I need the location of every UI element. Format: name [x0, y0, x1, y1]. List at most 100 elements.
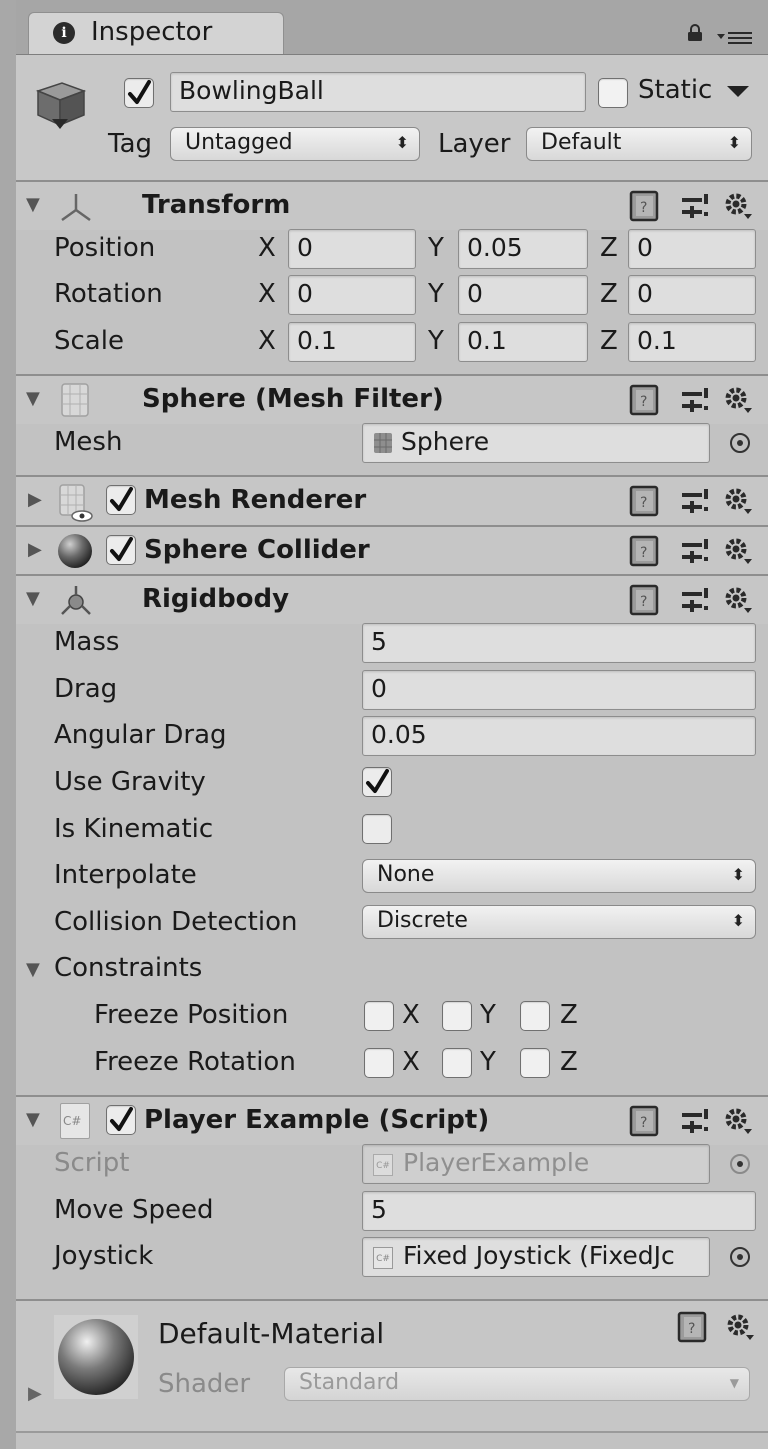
book-icon[interactable]: ?	[676, 1311, 710, 1343]
interpolate-dropdown[interactable]: None ⬍	[362, 859, 756, 893]
menu-icon[interactable]	[716, 30, 754, 46]
player-script-header[interactable]: ▼ C# Player Example (Script) ?	[16, 1095, 768, 1145]
rotation-z-field[interactable]: 0	[628, 275, 756, 315]
drag-field[interactable]: 0	[362, 670, 756, 710]
position-x-field[interactable]: 0	[288, 229, 416, 269]
popup-arrows-icon: ⬍	[731, 865, 745, 884]
layer-dropdown[interactable]: Default ⬍	[526, 127, 752, 161]
is-kinematic-checkbox[interactable]	[362, 814, 392, 844]
layer-value: Default	[541, 130, 622, 155]
script-icon: C#	[60, 1103, 90, 1139]
rigidbody-title: Rigidbody	[142, 584, 290, 614]
mesh-icon	[374, 433, 392, 453]
freeze-rotation-y-checkbox[interactable]	[442, 1048, 472, 1078]
component-actions: ?	[628, 1097, 768, 1145]
position-y-field[interactable]: 0.05	[458, 229, 588, 269]
presets-icon[interactable]	[680, 537, 710, 565]
active-checkbox[interactable]	[124, 78, 154, 108]
gear-icon[interactable]	[724, 1311, 756, 1343]
rigidbody-header[interactable]: ▼ Rigidbody ?	[16, 574, 768, 624]
gear-icon[interactable]	[722, 384, 754, 416]
mesh-renderer-title: Mesh Renderer	[144, 485, 367, 515]
sphere-collider-enabled-checkbox[interactable]	[106, 535, 136, 565]
gameobject-name-field[interactable]: BowlingBall	[170, 72, 586, 112]
book-icon[interactable]: ?	[628, 584, 662, 616]
renderer-icon	[59, 484, 93, 522]
popup-arrows-icon: ⬍	[727, 133, 741, 152]
rotation-y-field[interactable]: 0	[458, 275, 588, 315]
scale-y-field[interactable]: 0.1	[458, 322, 588, 362]
book-icon[interactable]: ?	[628, 485, 662, 517]
book-icon[interactable]: ?	[628, 190, 662, 222]
axis-z-label: Z	[600, 279, 618, 309]
object-picker-icon[interactable]	[730, 1247, 750, 1267]
gear-icon[interactable]	[722, 584, 754, 616]
script-file-icon: C#	[373, 1154, 393, 1176]
mesh-filter-title: Sphere (Mesh Filter)	[142, 384, 444, 414]
book-icon[interactable]: ?	[628, 1105, 662, 1137]
lock-icon[interactable]	[686, 24, 704, 42]
shader-dropdown[interactable]: Standard ▼	[284, 1367, 750, 1401]
freeze-rotation-z-checkbox[interactable]	[520, 1048, 550, 1078]
freeze-rotation-x-checkbox[interactable]	[364, 1048, 394, 1078]
constraints-fold-icon[interactable]: ▼	[26, 959, 40, 980]
scale-x-field[interactable]: 0.1	[288, 322, 416, 362]
freeze-position-y-checkbox[interactable]	[442, 1001, 472, 1031]
tab-inspector[interactable]: i Inspector	[28, 12, 284, 54]
gear-icon[interactable]	[722, 485, 754, 517]
gear-icon[interactable]	[722, 1105, 754, 1137]
static-checkbox[interactable]	[598, 78, 628, 108]
book-icon[interactable]: ?	[628, 384, 662, 416]
svg-text:?: ?	[688, 1321, 695, 1337]
presets-icon[interactable]	[680, 386, 710, 414]
presets-icon[interactable]	[680, 586, 710, 614]
fold-open-icon[interactable]: ▼	[26, 588, 40, 609]
mesh-label: Mesh	[54, 427, 123, 457]
joystick-object-field[interactable]: C# Fixed Joystick (FixedJc	[362, 1237, 710, 1277]
fold-closed-icon[interactable]: ▶	[28, 539, 42, 560]
gameobject-header: BowlingBall Static Tag Untagged ⬍ Layer …	[16, 55, 768, 182]
mesh-filter-header[interactable]: ▼ Sphere (Mesh Filter) ?	[16, 374, 768, 424]
mass-field[interactable]: 5	[362, 623, 756, 663]
constraints-label: Constraints	[54, 953, 203, 983]
static-dropdown-arrow-icon[interactable]	[726, 85, 750, 99]
collision-detection-dropdown[interactable]: Discrete ⬍	[362, 905, 756, 939]
transform-header[interactable]: ▼ Transform ?	[16, 180, 768, 230]
joystick-value: Fixed Joystick (FixedJc	[403, 1241, 675, 1270]
inspector-tabbar: i Inspector	[16, 0, 768, 55]
object-picker-icon	[730, 1154, 750, 1174]
script-value: PlayerExample	[403, 1148, 590, 1177]
material-sphere-icon[interactable]	[54, 1315, 138, 1399]
interpolate-value: None	[377, 862, 435, 887]
mesh-renderer-enabled-checkbox[interactable]	[106, 485, 136, 515]
freeze-position-z-checkbox[interactable]	[520, 1001, 550, 1031]
scale-z-field[interactable]: 0.1	[628, 322, 756, 362]
gear-icon[interactable]	[722, 535, 754, 567]
fold-closed-icon[interactable]: ▶	[28, 489, 42, 510]
position-z-field[interactable]: 0	[628, 229, 756, 269]
mesh-object-field[interactable]: Sphere	[362, 423, 710, 463]
fold-open-icon[interactable]: ▼	[26, 1109, 40, 1130]
freeze-position-x-label: X	[402, 1000, 420, 1030]
mesh-renderer-header[interactable]: ▶ Mesh Renderer ?	[16, 475, 768, 525]
presets-icon[interactable]	[680, 487, 710, 515]
fold-open-icon[interactable]: ▼	[26, 194, 40, 215]
presets-icon[interactable]	[680, 1107, 710, 1135]
use-gravity-checkbox[interactable]	[362, 767, 392, 797]
tag-dropdown[interactable]: Untagged ⬍	[170, 127, 420, 161]
object-picker-icon[interactable]	[730, 433, 750, 453]
svg-text:?: ?	[640, 200, 647, 216]
rotation-x-field[interactable]: 0	[288, 275, 416, 315]
tag-label: Tag	[108, 129, 153, 159]
sphere-collider-header[interactable]: ▶ Sphere Collider ?	[16, 525, 768, 575]
angular-drag-field[interactable]: 0.05	[362, 716, 756, 756]
presets-icon[interactable]	[680, 192, 710, 220]
freeze-position-x-checkbox[interactable]	[364, 1001, 394, 1031]
gear-icon[interactable]	[722, 190, 754, 222]
player-script-enabled-checkbox[interactable]	[106, 1105, 136, 1135]
fold-open-icon[interactable]: ▼	[26, 388, 40, 409]
book-icon[interactable]: ?	[628, 535, 662, 567]
script-icon-text: C#	[63, 1114, 82, 1128]
fold-closed-icon[interactable]: ▶	[28, 1383, 42, 1404]
move-speed-field[interactable]: 5	[362, 1191, 756, 1231]
